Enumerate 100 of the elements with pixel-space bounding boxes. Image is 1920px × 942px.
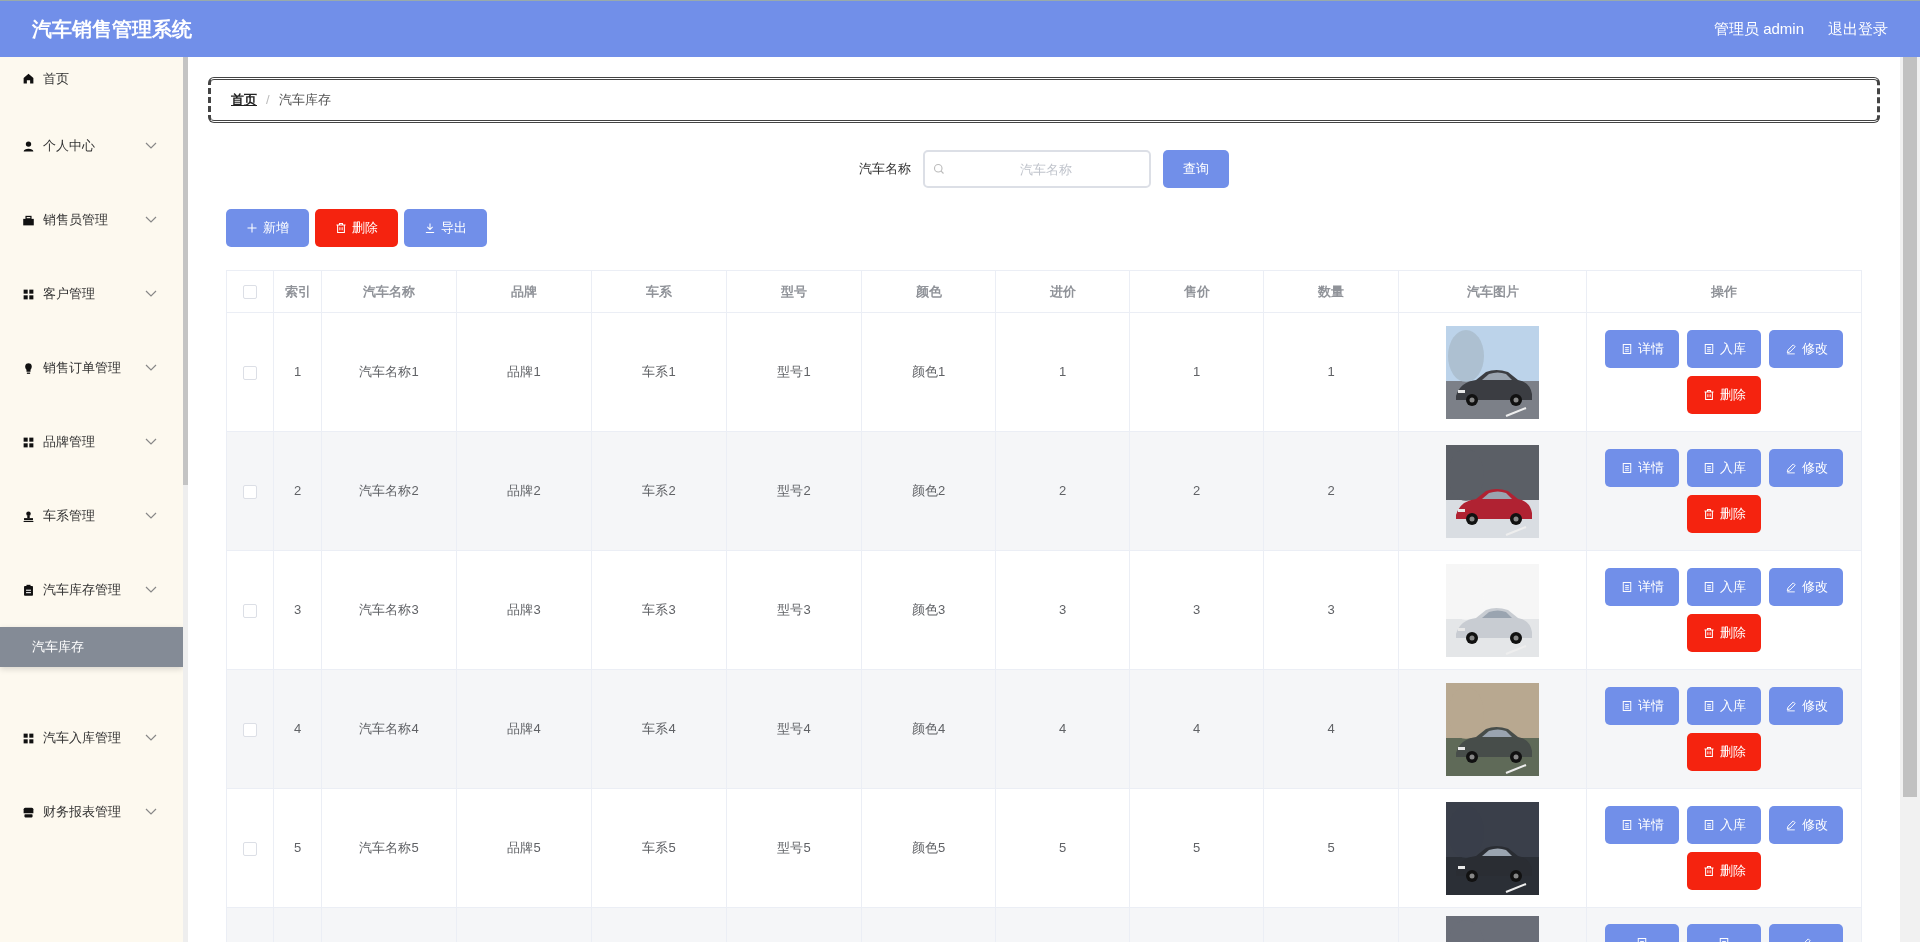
table-cell: 2 [1192, 483, 1201, 499]
edit-button[interactable]: 修改 [1769, 687, 1843, 725]
column-header: 汽车名称 [363, 283, 415, 299]
breadcrumb-item: 汽车库存 [278, 91, 331, 110]
document-icon [1620, 581, 1633, 593]
table-cell: 1 [1058, 364, 1067, 380]
detail-button[interactable]: 详情 [1605, 806, 1679, 844]
sidebar-item[interactable]: 汽车库存管理 [22, 580, 161, 600]
search-button[interactable]: 查询 [1163, 150, 1229, 188]
search-icon [933, 163, 945, 175]
checkbox[interactable] [243, 841, 257, 856]
logout-link[interactable]: 退出登录 [1828, 17, 1888, 41]
pencil-icon [1784, 581, 1797, 593]
column-header: 进价 [1049, 283, 1076, 299]
table-cell: 5 [293, 840, 302, 856]
table-cell: 4 [293, 721, 302, 737]
column-header: 售价 [1183, 283, 1210, 299]
delete-button[interactable]: 删除 [1687, 852, 1761, 890]
sidebar-item[interactable]: 品牌管理 [22, 432, 161, 452]
checkbox[interactable] [243, 365, 257, 380]
edit-button[interactable]: 修改 [1769, 806, 1843, 844]
edit-button[interactable]: 修改 [1769, 330, 1843, 368]
stock-in-button[interactable]: 入库 [1687, 449, 1761, 487]
document-icon [1702, 700, 1715, 712]
document-icon [1702, 581, 1715, 593]
document-icon [1620, 343, 1633, 355]
sidebar-item[interactable]: 个人中心 [22, 136, 161, 156]
table-cell: 品牌1 [507, 364, 541, 380]
stock-in-button[interactable]: 入库 [1687, 806, 1761, 844]
delete-button[interactable]: 删除 [1687, 614, 1761, 652]
table-cell: 品牌3 [507, 602, 541, 618]
column-header: 品牌 [511, 283, 537, 299]
table-cell: 5 [1327, 840, 1335, 856]
export-button[interactable]: 导出 [404, 209, 487, 247]
sidebar-item[interactable]: 汽车入库管理 [22, 728, 161, 748]
table-cell: 车系3 [642, 602, 676, 618]
sidebar-item[interactable]: 财务报表管理 [22, 802, 161, 822]
clipboard-icon [22, 583, 35, 597]
table-cell: 型号4 [777, 721, 811, 737]
submenu-item[interactable]: 汽车库存 [0, 627, 183, 667]
column-header: 操作 [1711, 283, 1737, 299]
table-cell: 颜色1 [911, 364, 946, 380]
chevron-icon [145, 290, 157, 298]
table-cell: 车系2 [642, 483, 676, 499]
checkbox[interactable] [243, 484, 257, 499]
document-icon [1620, 462, 1633, 474]
grid-icon [22, 731, 35, 745]
search-field[interactable]: 汽车名称 [923, 150, 1151, 188]
sidebar-item[interactable]: 销售订单管理 [22, 358, 161, 378]
detail-button[interactable]: 详情 [1605, 449, 1679, 487]
table-cell: 型号2 [777, 483, 811, 499]
table-cell: 型号1 [777, 364, 811, 380]
edit-button[interactable]: 修改 [1769, 568, 1843, 606]
home-icon [22, 72, 35, 86]
trash-icon [1702, 627, 1715, 639]
checkbox[interactable] [243, 603, 257, 618]
table-cell: 品牌4 [507, 721, 541, 737]
edit-button[interactable]: 修改 [1769, 449, 1843, 487]
delete-button[interactable]: 删除 [1687, 733, 1761, 771]
table-cell: 5 [1192, 840, 1201, 856]
column-header: 汽车图片 [1466, 283, 1519, 299]
document-icon [1702, 819, 1715, 831]
download-icon [424, 222, 436, 234]
chevron-icon [145, 438, 157, 446]
checkbox[interactable] [243, 285, 257, 300]
column-header: 数量 [1318, 283, 1344, 299]
delete-button[interactable]: 删除 [1687, 495, 1761, 533]
table-cell: 3 [1058, 602, 1067, 618]
sidebar-item[interactable]: 首页 [22, 69, 161, 89]
detail-button[interactable]: 详情 [1605, 687, 1679, 725]
table-cell: 4 [1192, 721, 1201, 737]
lightbulb-icon [22, 361, 35, 375]
stock-in-button[interactable]: 入库 [1687, 330, 1761, 368]
sidebar-item[interactable]: 客户管理 [22, 284, 161, 304]
sidebar-item[interactable]: 销售员管理 [22, 210, 161, 230]
chevron-icon [145, 364, 157, 372]
chevron-icon [145, 216, 157, 224]
checkbox[interactable] [243, 722, 257, 737]
trash-icon [1702, 746, 1715, 758]
table-cell: 汽车名称2 [359, 483, 419, 499]
separator: / [266, 91, 270, 110]
detail-button[interactable]: 详情 [1605, 330, 1679, 368]
stock-in-button[interactable]: 入库 [1687, 687, 1761, 725]
detail-button[interactable]: 详情 [1605, 568, 1679, 606]
table-cell: 4 [1058, 721, 1067, 737]
table-cell: 1 [1327, 364, 1335, 380]
table-cell: 2 [1058, 483, 1067, 499]
table-cell: 车系1 [642, 364, 676, 380]
add-button[interactable]: 新增 [226, 209, 309, 247]
delete-button[interactable]: 删除 [1687, 376, 1761, 414]
app-title: 汽车销售管理系统 [32, 17, 192, 42]
delete-button[interactable]: 删除 [315, 209, 398, 247]
table-cell: 1 [1192, 364, 1201, 380]
chevron-icon [145, 734, 157, 742]
sidebar-item[interactable]: 车系管理 [22, 506, 161, 526]
stock-in-button[interactable]: 入库 [1687, 568, 1761, 606]
table-cell: 3 [293, 602, 302, 618]
inbox-icon [22, 805, 35, 819]
breadcrumb-item[interactable]: 首页 [231, 90, 257, 110]
table-cell: 颜色2 [911, 483, 946, 499]
